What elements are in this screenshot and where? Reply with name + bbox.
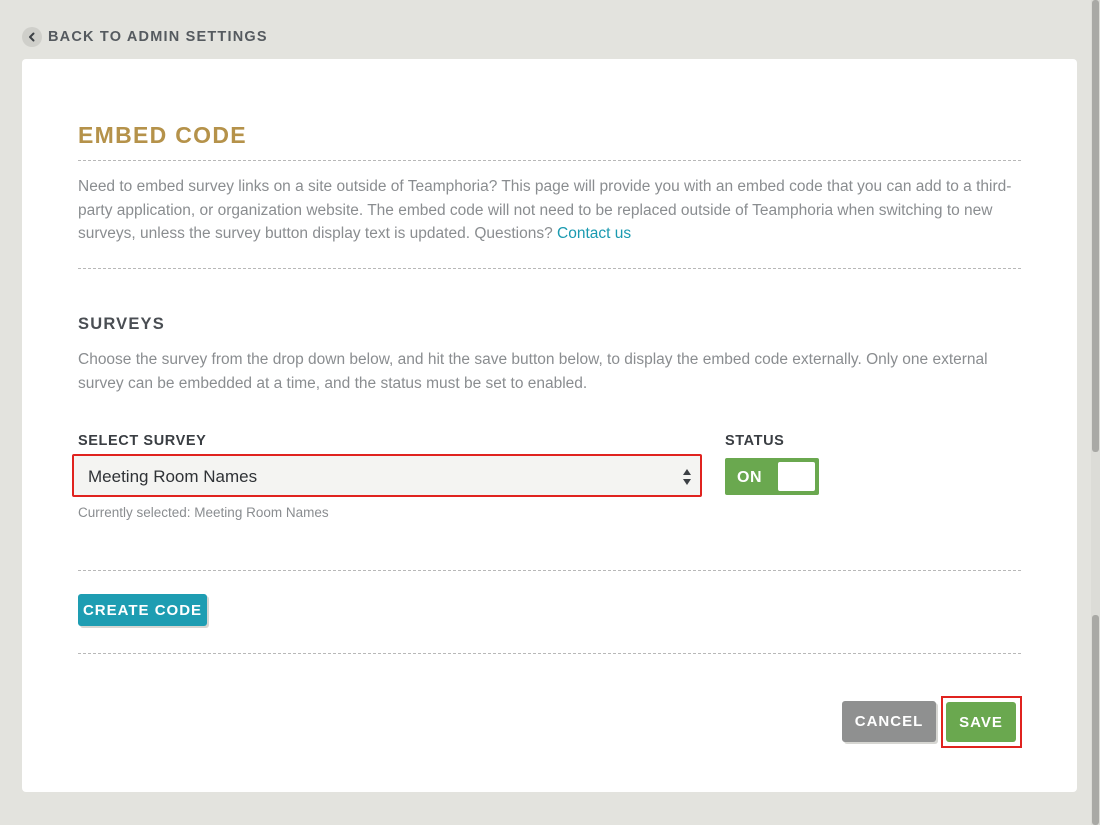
- currently-selected-text: Currently selected: Meeting Room Names: [78, 505, 329, 520]
- save-button-highlight: SAVE: [941, 696, 1022, 748]
- chevron-left-icon: [22, 27, 42, 47]
- scrollbar-thumb-top[interactable]: [1092, 0, 1099, 452]
- select-survey-label: SELECT SURVEY: [78, 433, 207, 449]
- status-toggle-knob: [778, 462, 815, 491]
- surveys-description: Choose the survey from the drop down bel…: [78, 351, 988, 392]
- cancel-button[interactable]: CANCEL: [842, 701, 936, 742]
- survey-select-value: Meeting Room Names: [88, 467, 258, 486]
- intro-text: Need to embed survey links on a site out…: [78, 178, 1012, 242]
- create-code-button[interactable]: CREATE CODE: [78, 594, 207, 626]
- select-arrows-icon: [682, 468, 692, 491]
- save-button[interactable]: SAVE: [946, 702, 1016, 742]
- page-title: EMBED CODE: [78, 122, 247, 148]
- embed-code-card: [22, 59, 1077, 792]
- back-to-admin-settings-link[interactable]: BACK TO ADMIN SETTINGS: [22, 27, 268, 47]
- intro-divider: [78, 268, 1021, 269]
- back-link-label: BACK TO ADMIN SETTINGS: [48, 29, 268, 45]
- select-divider: [78, 570, 1021, 571]
- survey-select[interactable]: Meeting Room Names: [72, 454, 702, 497]
- status-label: STATUS: [725, 433, 785, 449]
- contact-us-link[interactable]: Contact us: [557, 225, 631, 242]
- create-divider: [78, 653, 1021, 654]
- status-toggle[interactable]: ON: [725, 458, 819, 495]
- surveys-section-title: SURVEYS: [78, 315, 165, 333]
- page-scrollbar[interactable]: [1091, 0, 1100, 825]
- intro-paragraph: Need to embed survey links on a site out…: [78, 175, 1023, 246]
- status-toggle-label: ON: [737, 469, 762, 486]
- title-divider: [78, 160, 1021, 161]
- scrollbar-thumb-bottom[interactable]: [1092, 615, 1099, 825]
